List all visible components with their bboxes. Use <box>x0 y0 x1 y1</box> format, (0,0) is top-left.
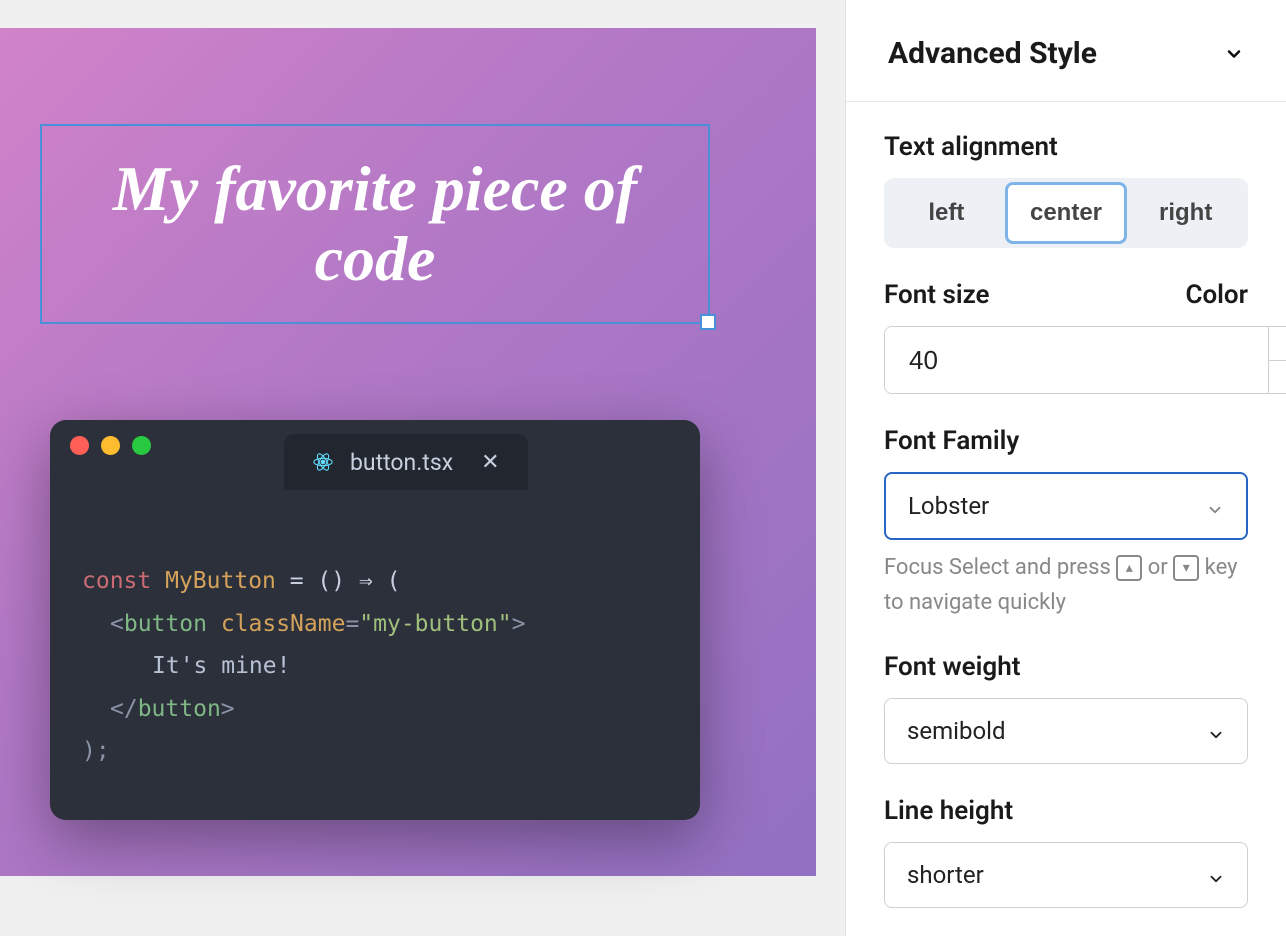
resize-handle[interactable] <box>700 314 716 330</box>
tab-label: button.tsx <box>350 449 453 476</box>
minimize-light-icon <box>101 436 120 455</box>
label-color: Color <box>1185 280 1248 310</box>
label-font-family: Font Family <box>884 426 1248 456</box>
chevron-down-icon <box>1207 722 1225 740</box>
code-line: <button className="my-button"> <box>82 603 668 646</box>
line-height-select[interactable]: shorter <box>884 842 1248 908</box>
design-canvas[interactable]: My favorite piece of code <box>0 28 816 876</box>
label-font-size: Font size <box>884 280 1161 310</box>
canvas-area: My favorite piece of code <box>0 0 845 900</box>
code-line: </button> <box>82 688 668 731</box>
font-size-input[interactable] <box>885 327 1268 393</box>
selected-text-element[interactable]: My favorite piece of code <box>40 124 710 324</box>
close-tab-icon[interactable]: ✕ <box>481 450 499 475</box>
code-line: It's mine! <box>82 645 668 688</box>
font-size-increment[interactable]: ▲ <box>1269 327 1286 361</box>
align-right-button[interactable]: right <box>1127 182 1244 244</box>
chevron-down-icon <box>1224 44 1244 64</box>
font-weight-select[interactable]: semibold <box>884 698 1248 764</box>
label-line-height: Line height <box>884 796 1248 826</box>
arrow-up-key-icon: ▴ <box>1116 555 1142 581</box>
chevron-down-icon <box>1206 497 1224 515</box>
label-text-alignment: Text alignment <box>884 132 1248 162</box>
code-line: const MyButton = () ⇒ ( <box>82 560 668 603</box>
code-window: button.tsx ✕ const MyButton = () ⇒ ( <bu… <box>50 420 700 820</box>
field-line-height: Line height shorter <box>884 796 1248 908</box>
font-family-hint: Focus Select and press ▴ or ▾ key to nav… <box>884 550 1248 620</box>
code-body: const MyButton = () ⇒ ( <button classNam… <box>50 470 700 805</box>
chevron-down-icon <box>1207 866 1225 884</box>
close-light-icon <box>70 436 89 455</box>
align-center-button[interactable]: center <box>1005 182 1128 244</box>
traffic-lights <box>70 436 151 455</box>
window-header: button.tsx ✕ <box>50 420 700 470</box>
editor-tab[interactable]: button.tsx ✕ <box>284 434 528 490</box>
text-alignment-group: left center right <box>884 178 1248 248</box>
field-font-size-color: Font size Color ▲ ▼ <box>884 280 1248 394</box>
section-body: Text alignment left center right Font si… <box>846 102 1286 936</box>
field-font-weight: Font weight semibold <box>884 652 1248 764</box>
maximize-light-icon <box>132 436 151 455</box>
field-font-family: Font Family Lobster Focus Select and pre… <box>884 426 1248 620</box>
section-header-advanced-style[interactable]: Advanced Style <box>846 0 1286 102</box>
code-line: ); <box>82 730 668 773</box>
line-height-value: shorter <box>907 861 984 889</box>
font-weight-value: semibold <box>907 717 1006 745</box>
font-family-value: Lobster <box>908 492 989 520</box>
field-text-alignment: Text alignment left center right <box>884 132 1248 248</box>
section-title: Advanced Style <box>888 36 1097 71</box>
react-icon <box>312 451 334 473</box>
font-family-select[interactable]: Lobster <box>884 472 1248 540</box>
properties-sidebar: Advanced Style Text alignment left cente… <box>845 0 1286 936</box>
font-size-decrement[interactable]: ▼ <box>1269 361 1286 394</box>
title-text[interactable]: My favorite piece of code <box>42 154 708 295</box>
font-size-stepper[interactable]: ▲ ▼ <box>884 326 1286 394</box>
label-font-weight: Font weight <box>884 652 1248 682</box>
arrow-down-key-icon: ▾ <box>1173 555 1199 581</box>
align-left-button[interactable]: left <box>888 182 1005 244</box>
